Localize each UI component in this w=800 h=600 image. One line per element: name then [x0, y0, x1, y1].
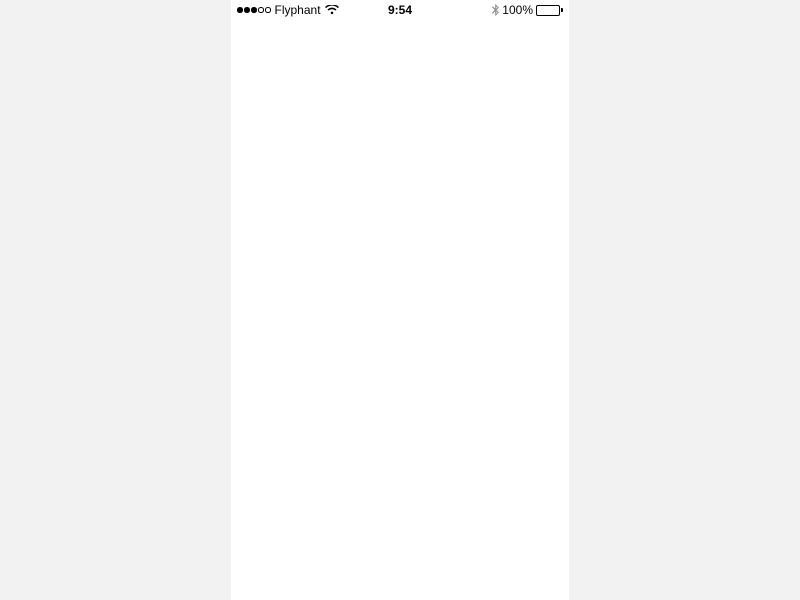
wifi-icon	[325, 5, 339, 15]
status-bar-time: 9:54	[388, 3, 412, 17]
status-bar-right: 100%	[492, 3, 563, 17]
bluetooth-icon	[492, 4, 499, 16]
battery-percent: 100%	[502, 3, 533, 17]
battery-icon	[536, 5, 563, 16]
phone-frame: Flyphant 9:54 100%	[231, 0, 569, 600]
status-bar-left: Flyphant	[237, 3, 339, 17]
carrier-label: Flyphant	[275, 3, 321, 17]
cellular-signal-icon	[237, 7, 271, 13]
status-bar: Flyphant 9:54 100%	[231, 0, 569, 20]
screen-content-blank	[231, 20, 569, 600]
